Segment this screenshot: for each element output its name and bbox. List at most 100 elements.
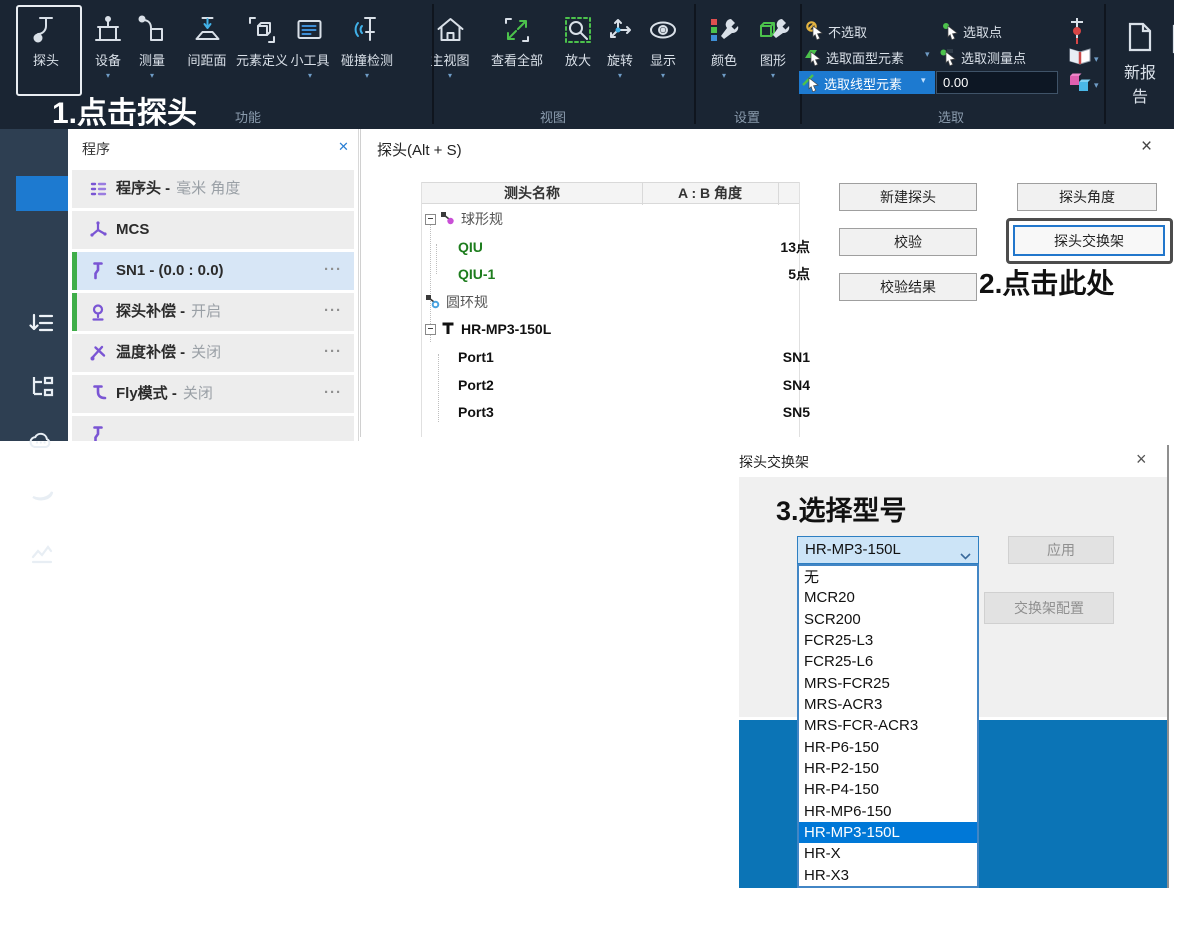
program-item-partial[interactable] bbox=[72, 416, 354, 441]
probe-tree-row[interactable]: 圆环规 bbox=[422, 288, 802, 316]
selection-select-surface-icon[interactable] bbox=[803, 46, 823, 66]
rail-tree-icon[interactable] bbox=[29, 373, 55, 399]
rail-sort-list-icon[interactable] bbox=[29, 310, 55, 336]
rail-cloud-icon[interactable] bbox=[27, 428, 53, 454]
ribbon-display-button[interactable]: 显示▾ bbox=[646, 11, 680, 80]
ribbon-collision-button[interactable]: 碰撞检测▾ bbox=[341, 11, 393, 80]
program-panel-close-icon[interactable]: ✕ bbox=[338, 139, 349, 155]
ribbon-group-label: 视图 bbox=[540, 107, 566, 126]
selection-select-measure-point-icon[interactable] bbox=[938, 46, 958, 66]
probe-tree-row[interactable]: QIU-15点 bbox=[422, 260, 835, 288]
ribbon-home-button[interactable]: 主视图▾ bbox=[430, 11, 469, 80]
new-report-button[interactable]: 新报告 bbox=[1122, 20, 1158, 107]
calibrate-button[interactable]: 校验 bbox=[839, 228, 977, 256]
cubes-icon[interactable] bbox=[1068, 72, 1092, 99]
calibrate-result-button[interactable]: 校验结果 bbox=[839, 273, 977, 301]
program-item-label: MCS bbox=[116, 211, 149, 249]
rotate-icon bbox=[603, 13, 637, 52]
probe-dialog-close-icon[interactable]: × bbox=[1141, 136, 1152, 158]
annotation-step3: 3.选择型号 bbox=[776, 489, 907, 528]
probe-name: 球形规 bbox=[461, 209, 503, 229]
dropdown-item[interactable]: FCR25-L3 bbox=[799, 630, 977, 651]
tools-icon bbox=[293, 13, 327, 52]
rail-chart-icon[interactable] bbox=[29, 540, 55, 566]
item-menu-dots[interactable]: ··· bbox=[324, 334, 342, 370]
dropdown-item[interactable]: FCR25-L6 bbox=[799, 651, 977, 672]
probe-tree-row[interactable]: Port1SN1 bbox=[422, 343, 835, 371]
selection-no-select-icon[interactable] bbox=[805, 20, 825, 40]
program-item-1[interactable]: 程序头 -毫米 角度 bbox=[72, 170, 354, 208]
ribbon-machine-button[interactable]: 设备▾ bbox=[91, 11, 125, 80]
probe-tree-row[interactable]: HR-MP3-150L bbox=[422, 315, 802, 343]
ribbon-zoom-in-button[interactable]: 放大 bbox=[561, 11, 595, 69]
tolerance-input[interactable]: 0.00 bbox=[936, 71, 1058, 94]
ribbon-element-button[interactable]: 元素定义 bbox=[236, 11, 288, 69]
program-item-2[interactable]: MCS bbox=[72, 211, 354, 249]
rack-model-combobox[interactable]: HR-MP3-150L bbox=[797, 536, 979, 564]
dropdown-item[interactable]: HR-X3 bbox=[799, 865, 977, 886]
probe-changer-close-icon[interactable]: × bbox=[1136, 449, 1147, 470]
dropdown-item[interactable]: MRS-FCR-ACR3 bbox=[799, 715, 977, 736]
dropdown-item[interactable]: MRS-ACR3 bbox=[799, 694, 977, 715]
rack-config-button[interactable]: 交换架配置 bbox=[984, 592, 1114, 624]
program-item-3[interactable]: SN1 - (0.0 : 0.0) ··· bbox=[72, 252, 354, 290]
chevron-down-icon: ▾ bbox=[921, 75, 926, 86]
item-menu-dots[interactable]: ··· bbox=[324, 293, 342, 329]
chevron-down-icon[interactable]: ▾ bbox=[1094, 80, 1099, 91]
selection-option-label[interactable]: 选取点 bbox=[963, 22, 1002, 41]
status-green-bar bbox=[72, 252, 77, 290]
probe-rack-button[interactable]: 探头交换架 bbox=[1013, 225, 1165, 256]
ribbon-button-label: 旋转 bbox=[603, 53, 637, 69]
selection-option-label[interactable]: 选取面型元素 bbox=[826, 48, 904, 67]
dropdown-item[interactable]: SCR200 bbox=[799, 609, 977, 630]
ribbon-measure-button[interactable]: 测量▾ bbox=[135, 11, 169, 80]
collision-icon bbox=[350, 13, 384, 52]
item-menu-dots[interactable]: ··· bbox=[324, 252, 342, 288]
tree-expand-icon[interactable] bbox=[425, 324, 436, 335]
chevron-down-icon: ▾ bbox=[430, 71, 469, 80]
ribbon-view-all-button[interactable]: 查看全部 bbox=[491, 11, 543, 69]
ribbon: 探头设备▾测量▾间距面元素定义小工具▾碰撞检测▾主视图▾查看全部放大旋转▾显示▾… bbox=[0, 0, 1174, 129]
program-item-probe-comp-icon bbox=[88, 302, 108, 322]
dropdown-item[interactable]: HR-P4-150 bbox=[799, 779, 977, 800]
dropdown-item[interactable]: HR-P6-150 bbox=[799, 737, 977, 758]
probe-tree-row[interactable]: Port3SN5 bbox=[422, 398, 835, 426]
dropdown-item[interactable]: MRS-FCR25 bbox=[799, 673, 977, 694]
ribbon-rotate-button[interactable]: 旋转▾ bbox=[603, 11, 637, 80]
swoosh-icon bbox=[29, 494, 55, 511]
chart-icon bbox=[29, 553, 55, 570]
probe-tree-row[interactable]: 球形规 bbox=[422, 205, 802, 233]
tree-expand-icon[interactable] bbox=[425, 214, 436, 225]
probe-tree-row[interactable]: Port2SN4 bbox=[422, 371, 835, 399]
chevron-down-icon: ▾ bbox=[290, 71, 329, 80]
dropdown-item[interactable]: 无 bbox=[799, 566, 977, 587]
selection-line-elements-option[interactable]: 选取线型元素 ▾ bbox=[799, 71, 935, 94]
ribbon-graphics-button[interactable]: 图形▾ bbox=[756, 11, 790, 80]
dropdown-item[interactable]: MCR20 bbox=[799, 587, 977, 608]
program-item-6[interactable]: Fly模式 -关闭··· bbox=[72, 375, 354, 413]
new-probe-button[interactable]: 新建探头 bbox=[839, 183, 977, 211]
probe-angle-button[interactable]: 探头角度 bbox=[1017, 183, 1157, 211]
probe-tree-row[interactable]: QIU13点 bbox=[422, 233, 835, 261]
dropdown-item[interactable]: HR-MP6-150 bbox=[799, 801, 977, 822]
chevron-down-icon[interactable]: ▾ bbox=[1094, 54, 1099, 65]
dropdown-item[interactable]: HR-X bbox=[799, 843, 977, 864]
ribbon-color-button[interactable]: 颜色▾ bbox=[707, 11, 741, 80]
ribbon-tools-button[interactable]: 小工具▾ bbox=[290, 11, 329, 80]
program-item-5[interactable]: 温度补偿 -关闭··· bbox=[72, 334, 354, 372]
program-item-4[interactable]: 探头补偿 -开启··· bbox=[72, 293, 354, 331]
selection-select-point-icon[interactable] bbox=[940, 20, 960, 40]
dropdown-item[interactable]: HR-MP3-150L bbox=[799, 822, 977, 843]
selection-option-label[interactable]: 选取测量点 bbox=[961, 48, 1026, 67]
probe-icon bbox=[29, 13, 63, 52]
program-item-label: SN1 - (0.0 : 0.0) bbox=[116, 252, 224, 290]
item-menu-dots[interactable]: ··· bbox=[324, 375, 342, 411]
apply-button[interactable]: 应用 bbox=[1008, 536, 1114, 564]
rail-swoosh-icon[interactable] bbox=[29, 481, 55, 507]
selection-option-label[interactable]: 不选取 bbox=[828, 22, 867, 41]
book-icon[interactable] bbox=[1068, 46, 1092, 71]
ribbon-spacing-button[interactable]: 间距面 bbox=[187, 11, 226, 69]
ribbon-probe-button[interactable]: 探头 bbox=[29, 11, 63, 69]
selection-option-label: 选取线型元素 bbox=[824, 74, 902, 93]
dropdown-item[interactable]: HR-P2-150 bbox=[799, 758, 977, 779]
